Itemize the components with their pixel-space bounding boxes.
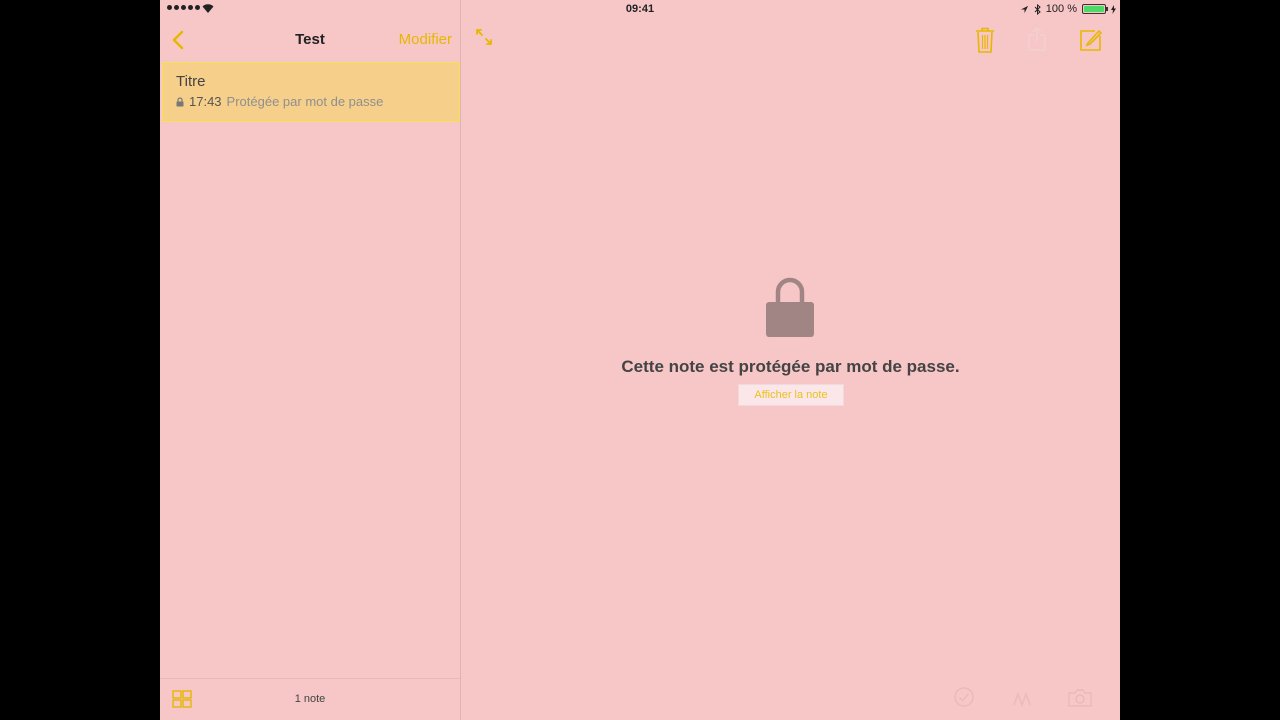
compose-icon [1080,29,1103,51]
show-note-button[interactable]: Afficher la note [738,384,844,406]
bottom-toolbar [461,684,1120,714]
locked-message: Cette note est protégée par mot de passe… [621,357,960,376]
compose-button[interactable] [1079,28,1103,57]
trash-icon [976,27,994,53]
ipad-screen: 09:41 100 % Test Modifier Titre 17:43 Pr… [160,0,1120,720]
note-list-item[interactable]: Titre 17:43 Protégée par mot de passe [162,62,460,122]
expand-icon [476,29,492,45]
note-time: 17:43 [189,94,222,109]
camera-icon [1068,689,1092,707]
checklist-icon [954,687,974,707]
share-icon [1028,27,1046,51]
trash-button[interactable] [974,26,996,59]
sketch-button[interactable] [1011,686,1033,713]
notes-list-footer: 1 note [160,678,460,720]
note-title: Titre [176,73,206,90]
share-button[interactable] [1027,26,1047,57]
expand-button[interactable] [473,26,495,53]
checklist-button[interactable] [953,686,975,713]
note-count: 1 note [294,693,326,705]
edit-button[interactable]: Modifier [399,31,452,48]
camera-button[interactable] [1067,688,1093,713]
lock-icon [176,96,184,106]
notes-list-pane: Test Modifier Titre 17:43 Protégée par m… [160,0,461,720]
note-meta: 17:43 Protégée par mot de passe [176,94,383,109]
note-detail-pane: Cette note est protégée par mot de passe… [461,0,1120,720]
note-subtitle: Protégée par mot de passe [226,94,384,109]
lock-icon [766,277,814,337]
sketch-icon [1013,691,1031,708]
